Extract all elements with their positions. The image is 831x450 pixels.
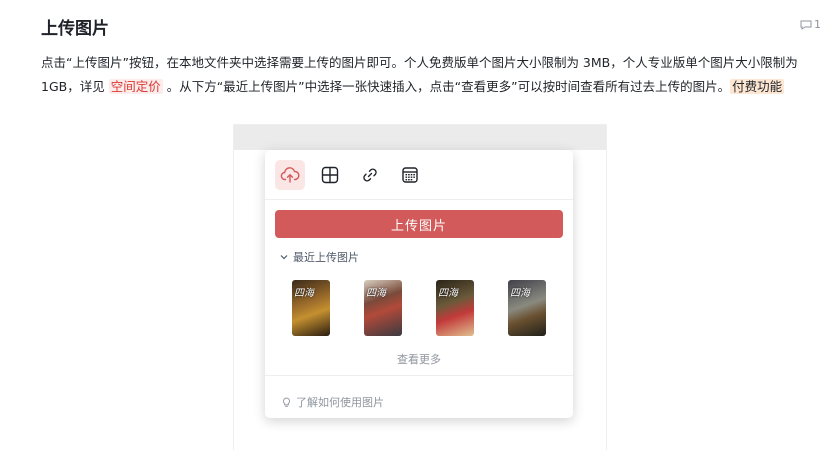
learn-more-label: 了解如何使用图片 bbox=[296, 396, 384, 409]
lightbulb-icon bbox=[283, 397, 290, 407]
see-more-link[interactable]: 查看更多 bbox=[265, 351, 573, 367]
pricing-link[interactable]: 空间定价 bbox=[108, 79, 163, 94]
poster-caption: 四海 bbox=[294, 288, 314, 299]
poster-caption: 四海 bbox=[366, 288, 386, 299]
page-title: 上传图片 bbox=[41, 19, 109, 39]
poster-caption: 四海 bbox=[510, 288, 530, 299]
toolbar-divider bbox=[265, 199, 573, 200]
panel-toolbar bbox=[275, 160, 425, 190]
recent-thumbnails: 四海 四海 四海 四海 bbox=[292, 280, 546, 336]
comment-badge[interactable]: 1 bbox=[800, 18, 821, 31]
recent-image-thumbnail[interactable]: 四海 bbox=[364, 280, 402, 336]
table-grid-icon bbox=[321, 166, 339, 184]
recent-uploads-toggle[interactable]: 最近上传图片 bbox=[279, 249, 359, 265]
poster-caption: 四海 bbox=[438, 288, 458, 299]
recent-image-thumbnail[interactable]: 四海 bbox=[436, 280, 474, 336]
upload-cloud-icon bbox=[280, 167, 300, 183]
calendar-icon bbox=[402, 167, 418, 183]
image-upload-panel: 上传图片 最近上传图片 四海 四海 四海 四海 查看更多 了解如何使用图片 bbox=[265, 150, 573, 418]
link-icon bbox=[363, 168, 377, 182]
description-paragraph: 点击“上传图片”按钮，在本地文件夹中选择需要上传的图片即可。个人免费版单个图片大… bbox=[41, 51, 801, 99]
upload-image-button[interactable]: 上传图片 bbox=[275, 210, 563, 238]
upload-tab[interactable] bbox=[275, 160, 305, 190]
recent-uploads-label: 最近上传图片 bbox=[293, 251, 359, 264]
comment-count: 1 bbox=[814, 18, 821, 31]
link-tab[interactable] bbox=[355, 160, 385, 190]
calendar-tab[interactable] bbox=[395, 160, 425, 190]
comment-icon bbox=[800, 20, 812, 30]
chevron-down-icon bbox=[280, 255, 288, 260]
description-text-2: 。从下方“最近上传图片”中选择一张快速插入，点击“查看更多”可以按时间查看所有过… bbox=[162, 79, 731, 94]
grid-tab[interactable] bbox=[315, 160, 345, 190]
footer-divider bbox=[265, 375, 573, 376]
paid-feature-badge[interactable]: 付费功能 bbox=[730, 79, 785, 94]
learn-more-link[interactable]: 了解如何使用图片 bbox=[281, 394, 384, 410]
recent-image-thumbnail[interactable]: 四海 bbox=[508, 280, 546, 336]
demo-topbar bbox=[234, 125, 606, 150]
recent-image-thumbnail[interactable]: 四海 bbox=[292, 280, 330, 336]
